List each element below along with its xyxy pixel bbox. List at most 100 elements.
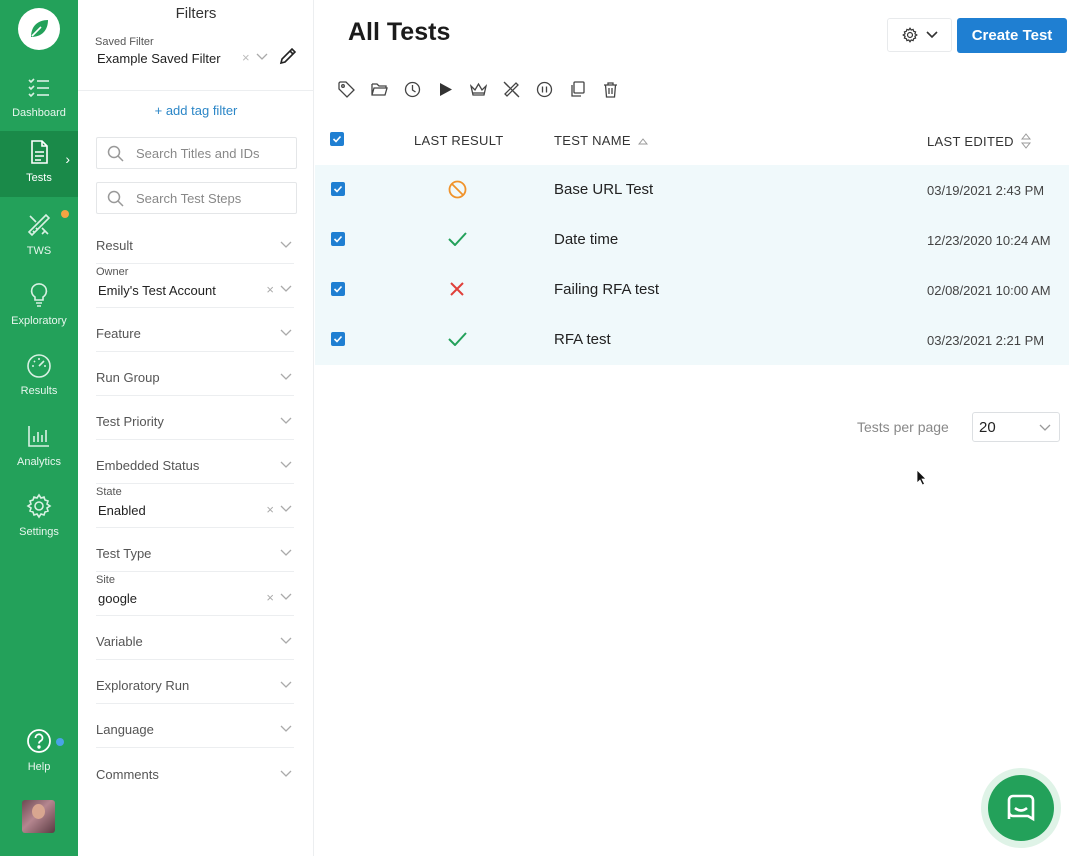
table-row[interactable]: Failing RFA test 02/08/2021 10:00 AM xyxy=(315,265,1069,315)
filter-run-group[interactable]: Run Group xyxy=(96,352,294,396)
nav-label-analytics: Analytics xyxy=(16,456,62,468)
filter-exploratory-run[interactable]: Exploratory Run xyxy=(96,660,294,704)
clear-icon[interactable]: × xyxy=(266,282,274,297)
search-titles-field[interactable] xyxy=(96,137,297,169)
filter-value: google xyxy=(98,591,138,606)
row-checkbox[interactable] xyxy=(331,182,345,196)
nav-label-help: Help xyxy=(27,761,51,773)
filter-label: Variable xyxy=(96,634,143,649)
clear-icon[interactable]: × xyxy=(266,502,274,517)
column-header-last-result[interactable]: LAST RESULT xyxy=(414,133,504,148)
lightbulb-icon xyxy=(30,283,48,307)
search-steps-field[interactable] xyxy=(96,182,297,214)
nav-label-results: Results xyxy=(20,385,58,397)
tag-icon[interactable] xyxy=(335,79,357,99)
nav-item-help[interactable]: Help xyxy=(0,720,78,786)
settings-dropdown-button[interactable] xyxy=(887,18,952,52)
play-icon[interactable] xyxy=(434,79,456,99)
nav-item-tests[interactable]: Tests › xyxy=(0,131,78,197)
column-header-last-edited[interactable]: LAST EDITED xyxy=(927,133,1031,149)
copy-icon[interactable] xyxy=(566,79,588,99)
nav-item-analytics[interactable]: Analytics xyxy=(0,415,78,481)
filter-comments[interactable]: Comments xyxy=(96,748,294,792)
filter-site[interactable]: Site google × xyxy=(96,572,294,616)
chat-launcher-button[interactable] xyxy=(981,768,1061,848)
user-avatar[interactable] xyxy=(22,800,55,833)
chevron-down-icon xyxy=(280,461,292,468)
clock-icon[interactable] xyxy=(401,79,423,99)
select-all-checkbox[interactable] xyxy=(330,132,344,146)
row-checkbox[interactable] xyxy=(331,232,345,246)
test-name[interactable]: Base URL Test xyxy=(554,181,653,198)
clear-icon[interactable]: × xyxy=(266,590,274,605)
tools-off-icon[interactable] xyxy=(500,79,522,99)
filter-owner[interactable]: Owner Emily's Test Account × xyxy=(96,264,294,308)
filter-label: Comments xyxy=(96,767,159,782)
filter-small-label: Owner xyxy=(96,266,129,278)
pencil-icon[interactable] xyxy=(278,46,298,66)
last-edited: 03/23/2021 2:21 PM xyxy=(927,333,1045,348)
search-icon xyxy=(107,190,124,207)
filter-label: Embedded Status xyxy=(96,458,200,473)
chevron-down-icon xyxy=(280,329,292,336)
clear-icon[interactable]: × xyxy=(242,50,250,65)
nav-label-dashboard: Dashboard xyxy=(12,107,66,119)
filter-label: Result xyxy=(96,238,133,253)
column-header-test-name[interactable]: TEST NAME xyxy=(554,133,648,148)
column-label: TEST NAME xyxy=(554,133,631,148)
chevron-down-icon[interactable] xyxy=(256,53,268,61)
tests-per-page-label: Tests per page xyxy=(857,419,949,435)
table-row[interactable]: Base URL Test 03/19/2021 2:43 PM xyxy=(315,165,1069,215)
filter-label: Exploratory Run xyxy=(96,678,190,693)
chevron-down-icon xyxy=(1039,424,1051,431)
tests-per-page-select[interactable]: 20 xyxy=(972,412,1060,442)
filter-label: Test Type xyxy=(96,546,152,561)
filter-label: Run Group xyxy=(96,370,160,385)
test-name[interactable]: RFA test xyxy=(554,331,611,348)
divider xyxy=(78,90,314,91)
filter-feature[interactable]: Feature xyxy=(96,308,294,352)
table-row[interactable]: Date time 12/23/2020 10:24 AM xyxy=(315,215,1069,265)
saved-filter-select[interactable]: Example Saved Filter xyxy=(97,51,221,66)
filter-test-priority[interactable]: Test Priority xyxy=(96,396,294,440)
page-title: All Tests xyxy=(348,18,451,46)
selected-value: 20 xyxy=(979,419,996,436)
last-edited: 03/19/2021 2:43 PM xyxy=(927,183,1045,198)
nav-label-tws: TWS xyxy=(26,245,52,257)
test-name[interactable]: Failing RFA test xyxy=(554,281,659,298)
notification-dot xyxy=(56,738,64,746)
filter-test-type[interactable]: Test Type xyxy=(96,528,294,572)
search-icon xyxy=(107,145,124,162)
filter-variable[interactable]: Variable xyxy=(96,616,294,660)
filter-result[interactable]: Result xyxy=(96,220,294,264)
add-tag-filter-link[interactable]: + add tag filter xyxy=(78,103,314,118)
nav-item-exploratory[interactable]: Exploratory xyxy=(0,274,78,340)
filter-language[interactable]: Language xyxy=(96,704,294,748)
chevron-down-icon xyxy=(280,417,292,424)
create-test-button[interactable]: Create Test xyxy=(957,18,1067,53)
filter-embedded-status[interactable]: Embedded Status xyxy=(96,440,294,484)
leaf-logo-icon[interactable] xyxy=(18,8,60,50)
nav-item-settings[interactable]: Settings xyxy=(0,485,78,551)
crown-icon[interactable] xyxy=(467,79,489,99)
chevron-down-icon xyxy=(925,31,938,39)
nav-item-results[interactable]: Results xyxy=(0,344,78,410)
trash-icon[interactable] xyxy=(599,79,621,99)
test-name[interactable]: Date time xyxy=(554,231,618,248)
row-checkbox[interactable] xyxy=(331,332,345,346)
check-icon xyxy=(447,229,467,249)
nav-item-dashboard[interactable]: Dashboard xyxy=(0,66,78,132)
search-steps-input[interactable] xyxy=(136,190,286,206)
filter-value: Emily's Test Account xyxy=(98,283,216,298)
filters-panel: Filters Saved Filter Example Saved Filte… xyxy=(78,0,314,856)
search-titles-input[interactable] xyxy=(136,145,286,161)
pause-icon[interactable] xyxy=(533,79,555,99)
table-row[interactable]: RFA test 03/23/2021 2:21 PM xyxy=(315,315,1069,365)
row-checkbox[interactable] xyxy=(331,282,345,296)
chevron-down-icon xyxy=(280,593,292,600)
folder-icon[interactable] xyxy=(368,79,390,99)
notification-dot xyxy=(61,210,69,218)
chevron-down-icon xyxy=(280,770,292,777)
filter-state[interactable]: State Enabled × xyxy=(96,484,294,528)
filter-label: Test Priority xyxy=(96,414,164,429)
